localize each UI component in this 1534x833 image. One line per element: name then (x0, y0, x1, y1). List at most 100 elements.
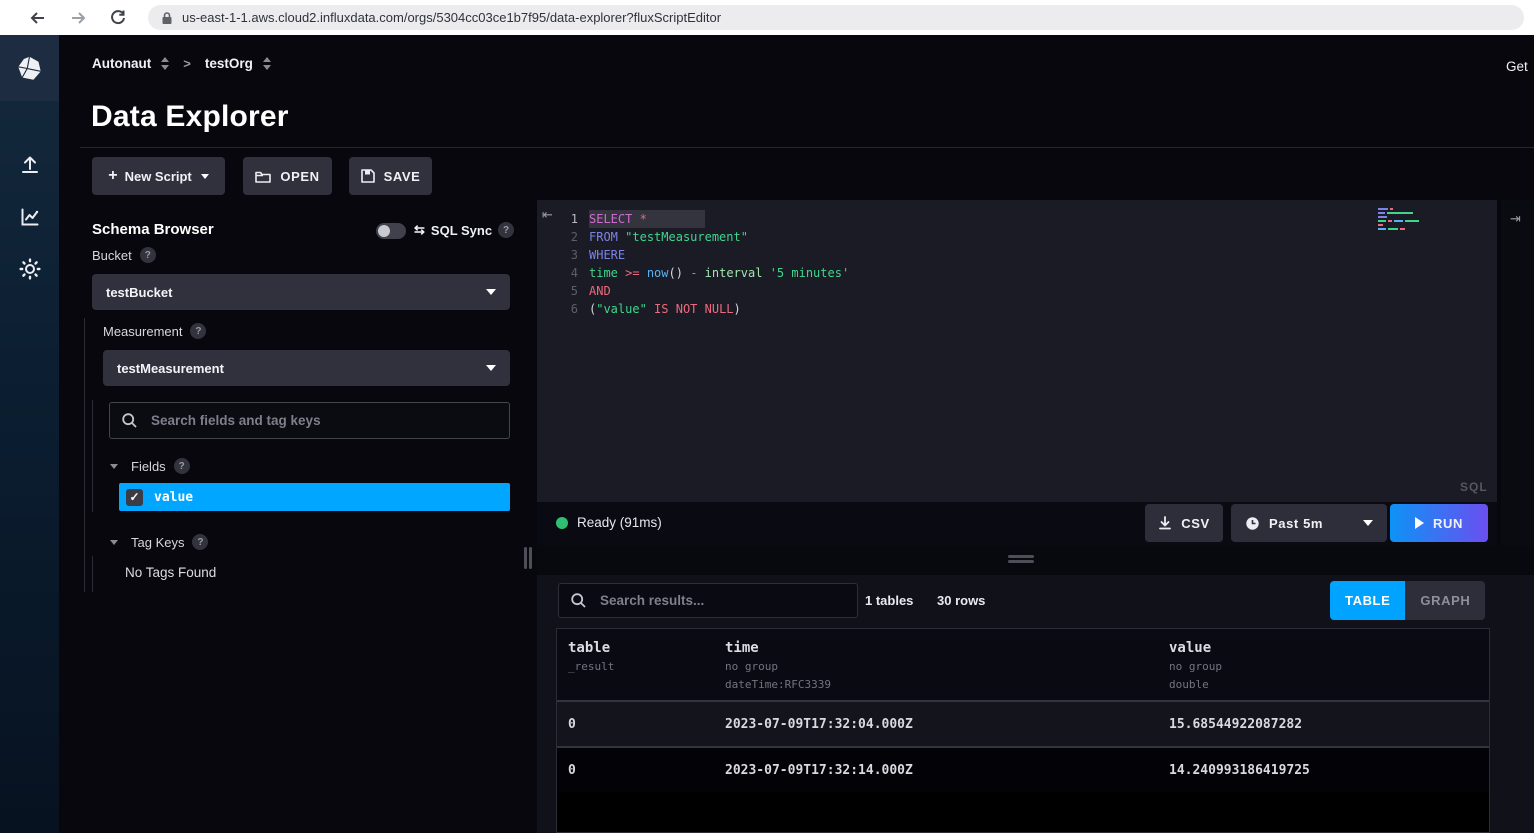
bucket-value: testBucket (106, 285, 172, 300)
time-range-dropdown[interactable]: Past 5m (1231, 504, 1387, 542)
sql-sync-toggle[interactable] (376, 223, 406, 239)
column-header-table: table_result (557, 629, 714, 700)
code-lines[interactable]: 1SELECT *2FROM "testMeasurement"3WHERE4t… (537, 210, 1497, 318)
code-line[interactable]: 2FROM "testMeasurement" (537, 228, 1497, 246)
new-script-label: New Script (125, 169, 192, 184)
fields-label: Fields (131, 459, 166, 474)
csv-label: CSV (1181, 516, 1210, 531)
table-row: 02023-07-09T17:32:04.000Z15.685449220872… (557, 700, 1489, 746)
get-credit-link[interactable]: Get (1506, 59, 1528, 74)
table-cell: 0 (557, 763, 714, 778)
chevron-right-icon: > (183, 56, 191, 71)
tab-graph[interactable]: GRAPH (1405, 581, 1485, 620)
code-line[interactable]: 1SELECT * (537, 210, 1497, 228)
code-text: SELECT * (589, 210, 705, 228)
run-button[interactable]: RUN (1390, 504, 1488, 542)
field-item-value[interactable]: ✓ value (119, 483, 510, 511)
results-table-header: table_resulttimeno groupdateTime:RFC3339… (557, 629, 1489, 700)
title-divider (80, 147, 1534, 148)
help-nav-icon[interactable]: ? (0, 819, 59, 833)
download-icon (1158, 516, 1172, 530)
measurement-select[interactable]: testMeasurement (103, 350, 510, 386)
tag-keys-section-header[interactable]: Tag Keys ? (110, 534, 208, 550)
sql-sync-label: SQL Sync (431, 223, 492, 238)
table-cell: 0 (557, 717, 714, 732)
horizontal-drag-handle[interactable] (1008, 560, 1034, 563)
column-meta: _result (568, 660, 714, 674)
suborg-name: testOrg (205, 56, 253, 71)
back-icon[interactable] (28, 8, 48, 28)
check-icon: ✓ (129, 490, 139, 504)
fields-section-header[interactable]: Fields ? (110, 458, 190, 474)
language-badge: SQL (1460, 480, 1488, 494)
page-title: Data Explorer (91, 100, 289, 134)
save-label: SAVE (384, 169, 421, 184)
schema-search-input[interactable] (149, 412, 497, 429)
open-button[interactable]: OPEN (243, 157, 332, 195)
tree-guide (92, 556, 93, 592)
code-line[interactable]: 6("value" IS NOT NULL) (537, 300, 1497, 318)
help-icon[interactable]: ? (140, 247, 156, 263)
code-line[interactable]: 5AND (537, 282, 1497, 300)
results-table-body: 02023-07-09T17:32:04.000Z15.685449220872… (557, 700, 1489, 792)
results-table: table_resulttimeno groupdateTime:RFC3339… (556, 628, 1490, 833)
tag-keys-label: Tag Keys (131, 535, 184, 550)
help-icon[interactable]: ? (174, 458, 190, 474)
settings-nav-icon[interactable] (0, 243, 59, 295)
help-icon[interactable]: ? (498, 222, 514, 238)
code-line[interactable]: 3WHERE (537, 246, 1497, 264)
save-icon (361, 169, 375, 183)
table-row: 02023-07-09T17:32:14.000Z14.240993186419… (557, 746, 1489, 792)
new-script-button[interactable]: + New Script (92, 157, 225, 195)
column-meta: no group (725, 660, 1158, 674)
line-number: 6 (537, 300, 578, 318)
horizontal-drag-handle[interactable] (1008, 555, 1034, 558)
sql-sync-label-row: ⇆ SQL Sync ? (414, 222, 514, 238)
plus-icon: + (108, 167, 117, 185)
vertical-drag-handle[interactable] (529, 547, 532, 569)
no-tags-text: No Tags Found (125, 565, 216, 580)
table-cell: 2023-07-09T17:32:14.000Z (714, 763, 1158, 778)
url-bar[interactable]: us-east-1-1.aws.cloud2.influxdata.com/or… (148, 5, 1524, 30)
data-explorer-nav-icon[interactable] (0, 191, 59, 243)
tree-guide (92, 400, 93, 512)
help-icon[interactable]: ? (190, 323, 206, 339)
code-text: AND (589, 282, 611, 300)
code-line[interactable]: 4time >= now() - interval '5 minutes' (537, 264, 1497, 282)
collapse-right-icon[interactable]: ⇥ (1510, 212, 1521, 227)
screen: us-east-1-1.aws.cloud2.influxdata.com/or… (0, 0, 1534, 833)
org-name: Autonaut (92, 56, 151, 71)
column-meta: dateTime:RFC3339 (725, 678, 1158, 692)
tab-table[interactable]: TABLE (1330, 581, 1405, 620)
sidebar: ? (0, 35, 59, 833)
toggle-knob (378, 225, 390, 237)
help-icon[interactable]: ? (192, 534, 208, 550)
line-number: 3 (537, 246, 578, 264)
column-header-time: timeno groupdateTime:RFC3339 (714, 629, 1158, 700)
chevron-down-icon (486, 289, 496, 295)
search-icon (571, 593, 586, 608)
code-text: time >= now() - interval '5 minutes' (589, 264, 849, 282)
sql-editor[interactable]: ⇤ 1SELECT *2FROM "testMeasurement"3WHERE… (537, 200, 1497, 502)
refresh-icon[interactable] (108, 8, 128, 28)
upload-nav-icon[interactable] (0, 139, 59, 191)
measurement-label: Measurement (103, 324, 182, 339)
influxdb-logo[interactable] (0, 35, 59, 101)
csv-button[interactable]: CSV (1145, 504, 1223, 542)
status-dot (556, 517, 568, 529)
clock-icon (1245, 516, 1260, 531)
vertical-drag-handle[interactable] (524, 547, 527, 569)
tag-keys-label-row: Tag Keys ? (131, 534, 208, 550)
column-header-value: valueno groupdouble (1158, 629, 1489, 700)
table-cell: 14.240993186419725 (1158, 763, 1489, 778)
save-button[interactable]: SAVE (349, 157, 432, 195)
forward-icon[interactable] (68, 8, 88, 28)
editor-minimap[interactable] (1378, 208, 1424, 232)
bucket-select[interactable]: testBucket (92, 274, 510, 310)
suborg-switcher[interactable]: testOrg (205, 56, 271, 71)
search-icon (122, 413, 137, 428)
field-checkbox[interactable]: ✓ (126, 489, 143, 506)
org-switcher[interactable]: Autonaut (92, 56, 169, 71)
horizontal-splitter[interactable] (537, 545, 1534, 575)
results-search-input[interactable] (598, 592, 845, 609)
